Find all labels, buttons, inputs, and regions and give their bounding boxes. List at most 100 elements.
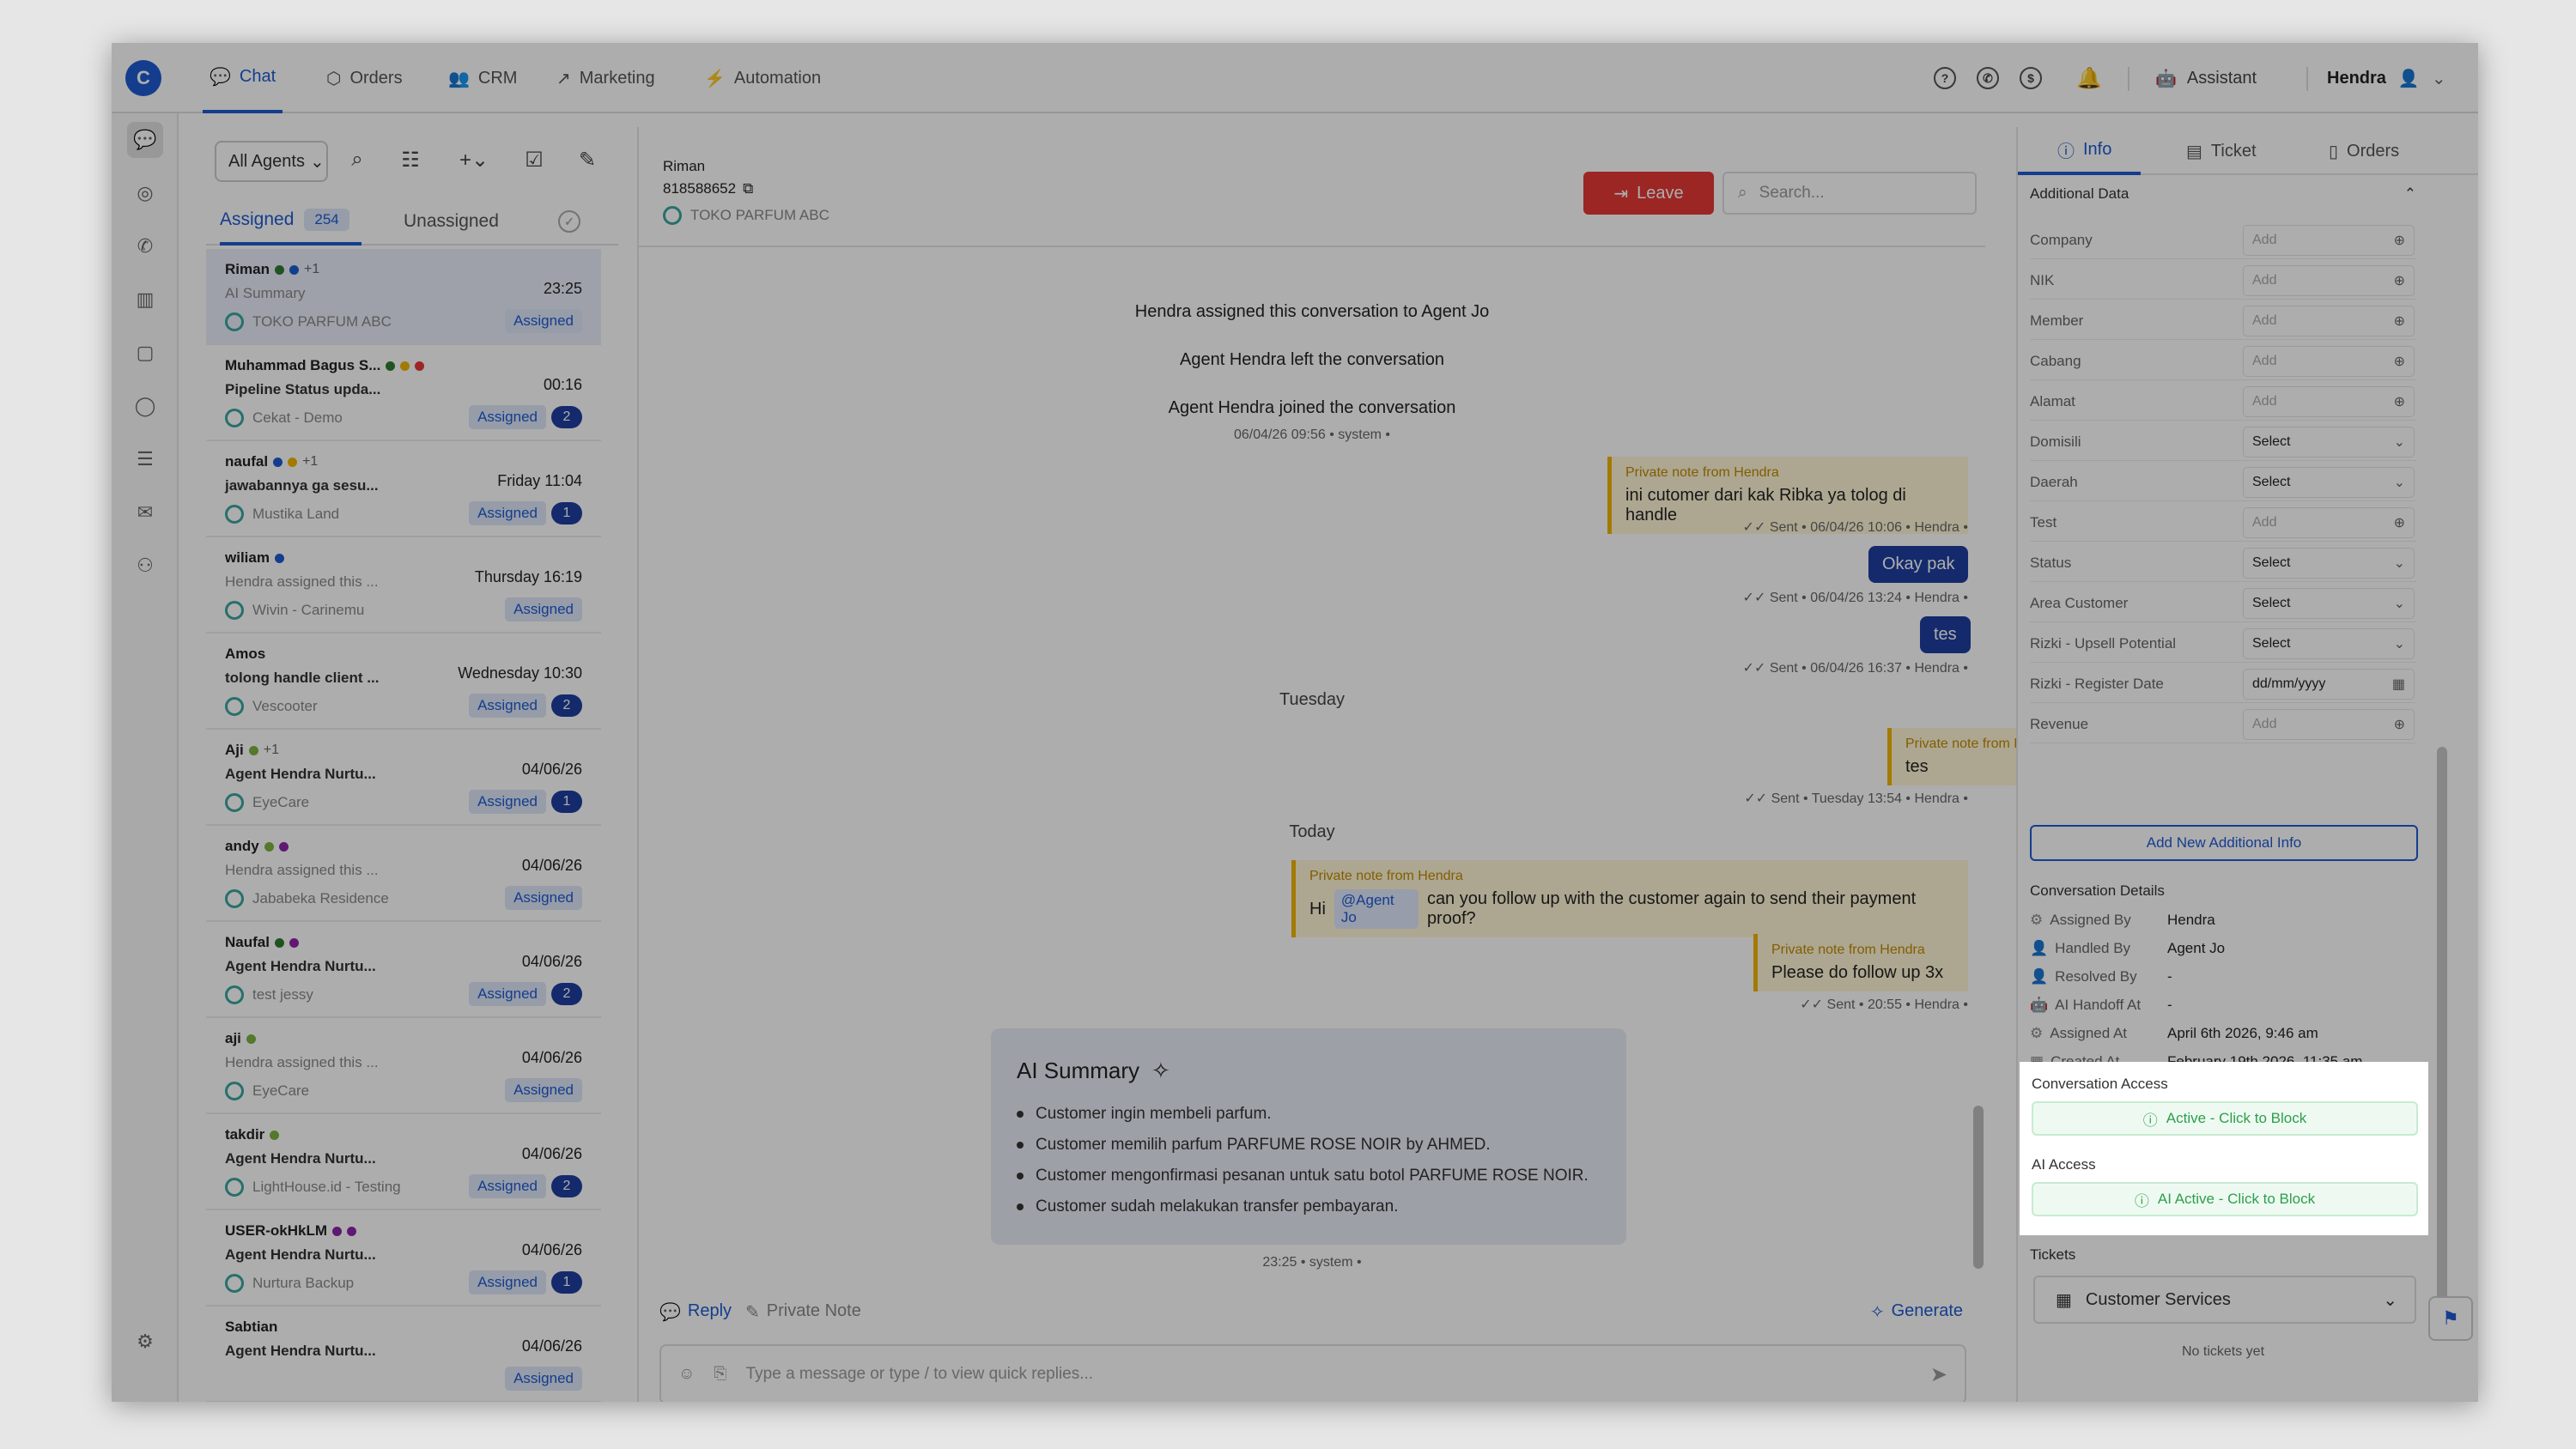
field-input[interactable]: Select ⌄ xyxy=(2243,427,2415,458)
nav-tab-chat[interactable]: 💬 Chat xyxy=(203,43,283,113)
message-meta: ✓✓ Sent • Tuesday 13:54 • Hendra • xyxy=(1744,791,1968,806)
add-additional-info-button[interactable]: Add New Additional Info xyxy=(2030,825,2418,861)
field-label: Alamat xyxy=(2030,393,2075,409)
agent-filter-select[interactable]: All Agents ⌄ xyxy=(215,141,328,182)
tab-unassigned[interactable]: Unassigned xyxy=(404,197,499,246)
box-icon: ⬡ xyxy=(326,69,342,88)
message-meta: ✓✓ Sent • 06/04/26 13:24 • Hendra • xyxy=(1742,591,1968,605)
additional-data-header[interactable]: Additional Data ⌃ xyxy=(2030,185,2416,203)
copy-icon[interactable]: ⧉ xyxy=(743,180,753,197)
conversation-access-button[interactable]: ⓘ Active - Click to Block xyxy=(2032,1101,2418,1136)
contact-name: Muhammad Bagus S... xyxy=(225,357,582,374)
book-icon[interactable]: ▢ xyxy=(127,335,163,371)
compose-icon[interactable]: ✎ xyxy=(570,142,605,177)
leave-button[interactable]: ⇥ Leave xyxy=(1583,172,1714,215)
check-all-icon[interactable]: ✓ xyxy=(558,197,580,246)
grid-icon: ▦ xyxy=(2056,1290,2072,1310)
generate-button[interactable]: ✧ Generate xyxy=(1870,1301,1963,1323)
status-badge: Assigned xyxy=(505,1367,582,1391)
nav-tab-automation[interactable]: ⚡ Automation xyxy=(704,43,821,113)
field-input[interactable]: Add ⊕ xyxy=(2243,225,2415,256)
field-input[interactable]: Add ⊕ xyxy=(2243,306,2415,336)
conversation-item[interactable]: USER-okHkLM Agent Hendra Nurtu... Nurtur… xyxy=(206,1210,601,1307)
field-input[interactable]: Add ⊕ xyxy=(2243,507,2415,538)
field-input[interactable]: Add ⊕ xyxy=(2243,709,2415,740)
search-icon[interactable]: ⌕ xyxy=(340,142,374,177)
tag-dot xyxy=(386,361,396,371)
sparkle-icon: ✧ xyxy=(1151,1058,1170,1083)
conversation-item[interactable]: wiliam Hendra assigned this ... Wivin - … xyxy=(206,537,601,634)
emoji-icon[interactable]: ☺ xyxy=(678,1365,695,1384)
conversation-item[interactable]: Riman +1 AI Summary TOKO PARFUM ABC 23:25… xyxy=(206,249,601,345)
chat-bubble-icon: 💬 xyxy=(210,67,231,87)
settings-icon[interactable]: ⚙ xyxy=(127,1324,163,1360)
whatsapp-icon[interactable]: ✆ xyxy=(1977,43,1999,113)
phone-number: 818588652 xyxy=(663,180,737,197)
private-note-tab[interactable]: ✎ Private Note xyxy=(745,1301,861,1323)
ticket-category-select[interactable]: ▦ Customer Services ⌄ xyxy=(2033,1276,2416,1324)
nav-tab-marketing[interactable]: ↗ Marketing xyxy=(556,43,655,113)
user-menu[interactable]: Hendra 👤 ⌄ xyxy=(2327,43,2446,113)
reply-tab[interactable]: 💬 Reply xyxy=(659,1301,732,1323)
conversation-time: 04/06/26 xyxy=(521,1049,582,1066)
conversation-item[interactable]: Muhammad Bagus S... Pipeline Status upda… xyxy=(206,345,601,441)
field-input[interactable]: Select ⌄ xyxy=(2243,628,2415,659)
users-icon: 👥 xyxy=(448,69,470,88)
field-input[interactable]: Add ⊕ xyxy=(2243,265,2415,296)
new-conversation-icon[interactable]: +⌄ xyxy=(450,142,498,177)
field-input[interactable]: Select ⌄ xyxy=(2243,588,2415,619)
field-row: Rizki - Register Date dd/mm/yyyy ▦ xyxy=(2030,665,2416,703)
comment-icon[interactable]: ◯ xyxy=(127,388,163,424)
contacts-icon[interactable]: ◎ xyxy=(127,175,163,211)
app-logo[interactable]: C xyxy=(125,60,161,96)
tab-ticket[interactable]: ▤ Ticket xyxy=(2186,127,2257,175)
chat-search-input[interactable]: ⌕ Search... xyxy=(1722,172,1977,215)
analytics-icon[interactable]: ▥ xyxy=(127,282,163,318)
send-icon[interactable]: ➤ xyxy=(1930,1362,1947,1387)
attachment-icon[interactable]: ⎘ xyxy=(714,1365,726,1384)
broadcast-icon[interactable]: ✉ xyxy=(127,494,163,530)
conversation-item[interactable]: Sabtian Agent Hendra Nurtu... 04/06/26 A… xyxy=(206,1307,601,1402)
tab-info[interactable]: ⓘ Info xyxy=(2018,127,2142,175)
field-input[interactable]: Select ⌄ xyxy=(2243,467,2415,498)
conversation-item[interactable]: Aji +1 Agent Hendra Nurtu... EyeCare 04/0… xyxy=(206,730,601,826)
feedback-icon[interactable]: ☰ xyxy=(127,441,163,477)
conversation-item[interactable]: takdir Agent Hendra Nurtu... LightHouse.… xyxy=(206,1114,601,1210)
bell-icon[interactable]: 🔔 xyxy=(2076,43,2102,113)
mention-tag[interactable]: @Agent Jo xyxy=(1334,889,1419,929)
conversation-item[interactable]: aji Hendra assigned this ... EyeCare 04/… xyxy=(206,1018,601,1114)
assistant-button[interactable]: 🤖 Assistant xyxy=(2155,43,2257,113)
widget-icon[interactable]: ⚑ xyxy=(2428,1296,2473,1341)
checklist-icon[interactable]: ☑ xyxy=(517,142,551,177)
conversation-time: 00:16 xyxy=(543,376,582,393)
conversation-item[interactable]: andy Hendra assigned this ... Jababeka R… xyxy=(206,826,601,922)
conversation-item[interactable]: Amos tolong handle client ... Vescooter … xyxy=(206,634,601,730)
nav-tab-crm[interactable]: 👥 CRM xyxy=(448,43,517,113)
inbox-icon[interactable]: 💬 xyxy=(127,122,163,158)
help-icon[interactable]: ? xyxy=(1934,43,1956,113)
tab-assigned[interactable]: Assigned 254 xyxy=(220,197,361,246)
field-input[interactable]: dd/mm/yyyy ▦ xyxy=(2243,669,2415,700)
detail-value: Hendra xyxy=(2167,912,2215,928)
tag-dot xyxy=(274,553,284,563)
nav-tab-label: Orders xyxy=(349,68,403,88)
field-input[interactable]: Add ⊕ xyxy=(2243,346,2415,377)
ai-access-button[interactable]: ⓘ AI Active - Click to Block xyxy=(2032,1182,2418,1216)
message-composer[interactable]: ☺ ⎘ Type a message or type / to view quick… xyxy=(659,1344,1966,1402)
filter-icon[interactable]: ☷ xyxy=(393,142,428,177)
conversation-item[interactable]: Naufal Agent Hendra Nurtu... test jessy … xyxy=(206,922,601,1018)
billing-icon[interactable]: $ xyxy=(2020,43,2042,113)
flow-icon[interactable]: ⚇ xyxy=(127,548,163,584)
panel-scrollbar[interactable] xyxy=(2437,747,2447,1313)
conversation-item[interactable]: naufal +1 jawabannya ga sesu... Mustika L… xyxy=(206,441,601,537)
nav-tab-orders[interactable]: ⬡ Orders xyxy=(326,43,403,113)
field-input[interactable]: Select ⌄ xyxy=(2243,548,2415,579)
tab-orders[interactable]: ▯ Orders xyxy=(2329,127,2399,175)
field-input[interactable]: Add ⊕ xyxy=(2243,386,2415,417)
inbox-icon xyxy=(225,505,244,524)
field-label: NIK xyxy=(2030,272,2055,288)
chat-scrollbar[interactable] xyxy=(1973,1106,1984,1269)
field-label: Test xyxy=(2030,514,2057,530)
ai-access-label: AI Access xyxy=(2032,1156,2096,1173)
call-icon[interactable]: ✆ xyxy=(127,228,163,264)
